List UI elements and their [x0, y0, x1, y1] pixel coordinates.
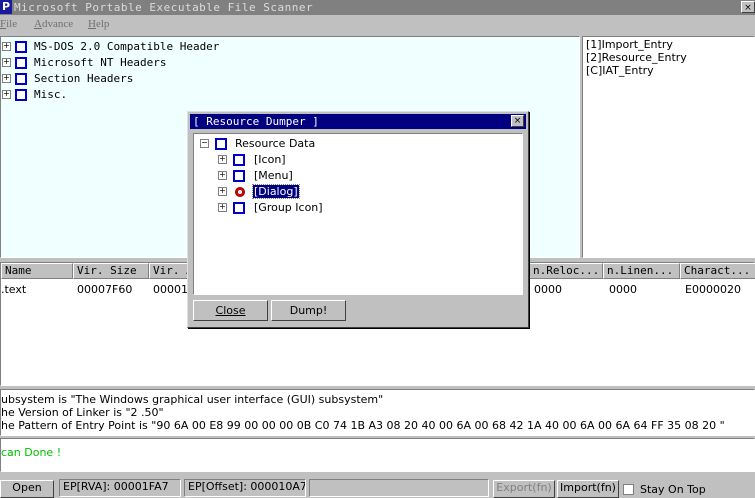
list-item[interactable]: [1]Import_Entry — [586, 38, 673, 51]
node-icon — [15, 57, 27, 69]
import-button[interactable]: Import(fn) — [557, 480, 619, 498]
tree-item-dialog[interactable]: + [Dialog] — [194, 184, 394, 199]
folder-node-icon — [215, 138, 227, 150]
column-header-name[interactable]: Name — [1, 263, 73, 279]
window-title: Microsoft Portable Executable File Scann… — [14, 1, 314, 14]
expand-icon[interactable]: + — [2, 58, 11, 67]
dialog-close-icon[interactable]: × — [511, 115, 524, 127]
selected-node-icon — [235, 187, 245, 197]
dialog-close-button[interactable]: Close — [193, 300, 268, 321]
stay-on-top-label: Stay On Top — [640, 483, 706, 496]
tree-item-label: [Group Icon] — [254, 201, 323, 214]
resource-tree[interactable]: − Resource Data + [Icon] + [Menu] + [Dia… — [193, 133, 523, 295]
expand-icon[interactable]: + — [218, 171, 227, 180]
tree-item-label: [Menu] — [254, 169, 293, 182]
info-line-subsystem: ubsystem is "The Windows graphical user … — [1, 393, 384, 406]
list-item[interactable]: [C]IAT_Entry — [586, 64, 654, 77]
tree-item-resource-data[interactable]: − Resource Data — [194, 137, 394, 151]
tree-item-label: [Icon] — [254, 153, 286, 166]
cell-linenums: 0000 — [609, 283, 637, 296]
expand-icon[interactable]: + — [2, 42, 11, 51]
expand-icon[interactable]: + — [218, 187, 227, 196]
node-icon — [15, 89, 27, 101]
directory-entry-list[interactable]: [1]Import_Entry [2]Resource_Entry [C]IAT… — [582, 36, 755, 258]
stay-on-top-checkbox[interactable] — [623, 484, 634, 495]
expand-icon[interactable]: + — [218, 155, 227, 164]
expand-icon[interactable]: + — [2, 74, 11, 83]
menu-file[interactable]: File — [0, 18, 17, 30]
resource-dumper-dialog: [ Resource Dumper ] × − Resource Data + … — [187, 111, 529, 328]
empty-field — [309, 479, 489, 497]
tree-item-icon[interactable]: + [Icon] — [194, 153, 394, 167]
tree-item-menu[interactable]: + [Menu] — [194, 169, 394, 183]
ep-offset-field: EP[Offset]: 000010A7 — [184, 479, 306, 497]
dialog-title: [ Resource Dumper ] — [193, 115, 319, 128]
open-button[interactable]: Open — [0, 480, 54, 498]
menu-bar: File Advance Help — [0, 15, 755, 35]
info-panel: ubsystem is "The Windows graphical user … — [0, 389, 755, 436]
tree-item-group-icon[interactable]: + [Group Icon] — [194, 201, 394, 215]
export-button[interactable]: Export(fn) — [493, 480, 555, 498]
column-header-relocs[interactable]: n.Reloc... — [529, 263, 603, 279]
expand-icon[interactable]: + — [218, 203, 227, 212]
column-header-linenums[interactable]: n.Linen... — [603, 263, 680, 279]
cell-name: .text — [1, 283, 27, 296]
expand-icon[interactable]: + — [2, 90, 11, 99]
info-line-entry-pattern: he Pattern of Entry Point is "90 6A 00 E… — [1, 419, 725, 432]
status-text: can Done ! — [1, 446, 62, 459]
menu-advance[interactable]: Advance — [34, 18, 73, 30]
tree-item-label: Misc. — [34, 88, 68, 101]
node-icon — [233, 202, 245, 214]
main-titlebar: P Microsoft Portable Executable File Sca… — [0, 0, 755, 15]
cell-relocs: 0000 — [534, 283, 562, 296]
column-header-vir-size[interactable]: Vir. Size — [73, 263, 149, 279]
tree-item-label: Microsoft NT Headers — [34, 56, 167, 69]
bottom-toolbar: Open EP[RVA]: 00001FA7 EP[Offset]: 00001… — [0, 474, 755, 498]
node-icon — [233, 170, 245, 182]
dialog-titlebar[interactable]: [ Resource Dumper ] × — [190, 114, 526, 129]
tree-item-label: Section Headers — [34, 72, 134, 85]
tree-item-label: [Dialog] — [252, 184, 300, 199]
list-item[interactable]: [2]Resource_Entry — [586, 51, 687, 64]
node-icon — [15, 41, 27, 53]
app-icon: P — [0, 0, 12, 14]
tree-item-label: Resource Data — [235, 137, 316, 150]
info-line-linker: he Version of Linker is "2 .50" — [1, 406, 164, 419]
cell-characteristics: E0000020 — [685, 283, 741, 296]
collapse-icon[interactable]: − — [200, 139, 209, 148]
window-close-button[interactable]: × — [741, 1, 755, 13]
status-panel: can Done ! — [0, 438, 755, 472]
column-header-characteristics[interactable]: Charact... — [680, 263, 755, 279]
tree-item-label: MS-DOS 2.0 Compatible Header — [34, 40, 220, 53]
menu-help[interactable]: Help — [88, 18, 109, 30]
node-icon — [15, 73, 27, 85]
dump-button[interactable]: Dump! — [271, 300, 346, 321]
cell-vir-size: 00007F60 — [77, 283, 133, 296]
ep-rva-field: EP[RVA]: 00001FA7 — [59, 479, 181, 497]
node-icon — [233, 154, 245, 166]
